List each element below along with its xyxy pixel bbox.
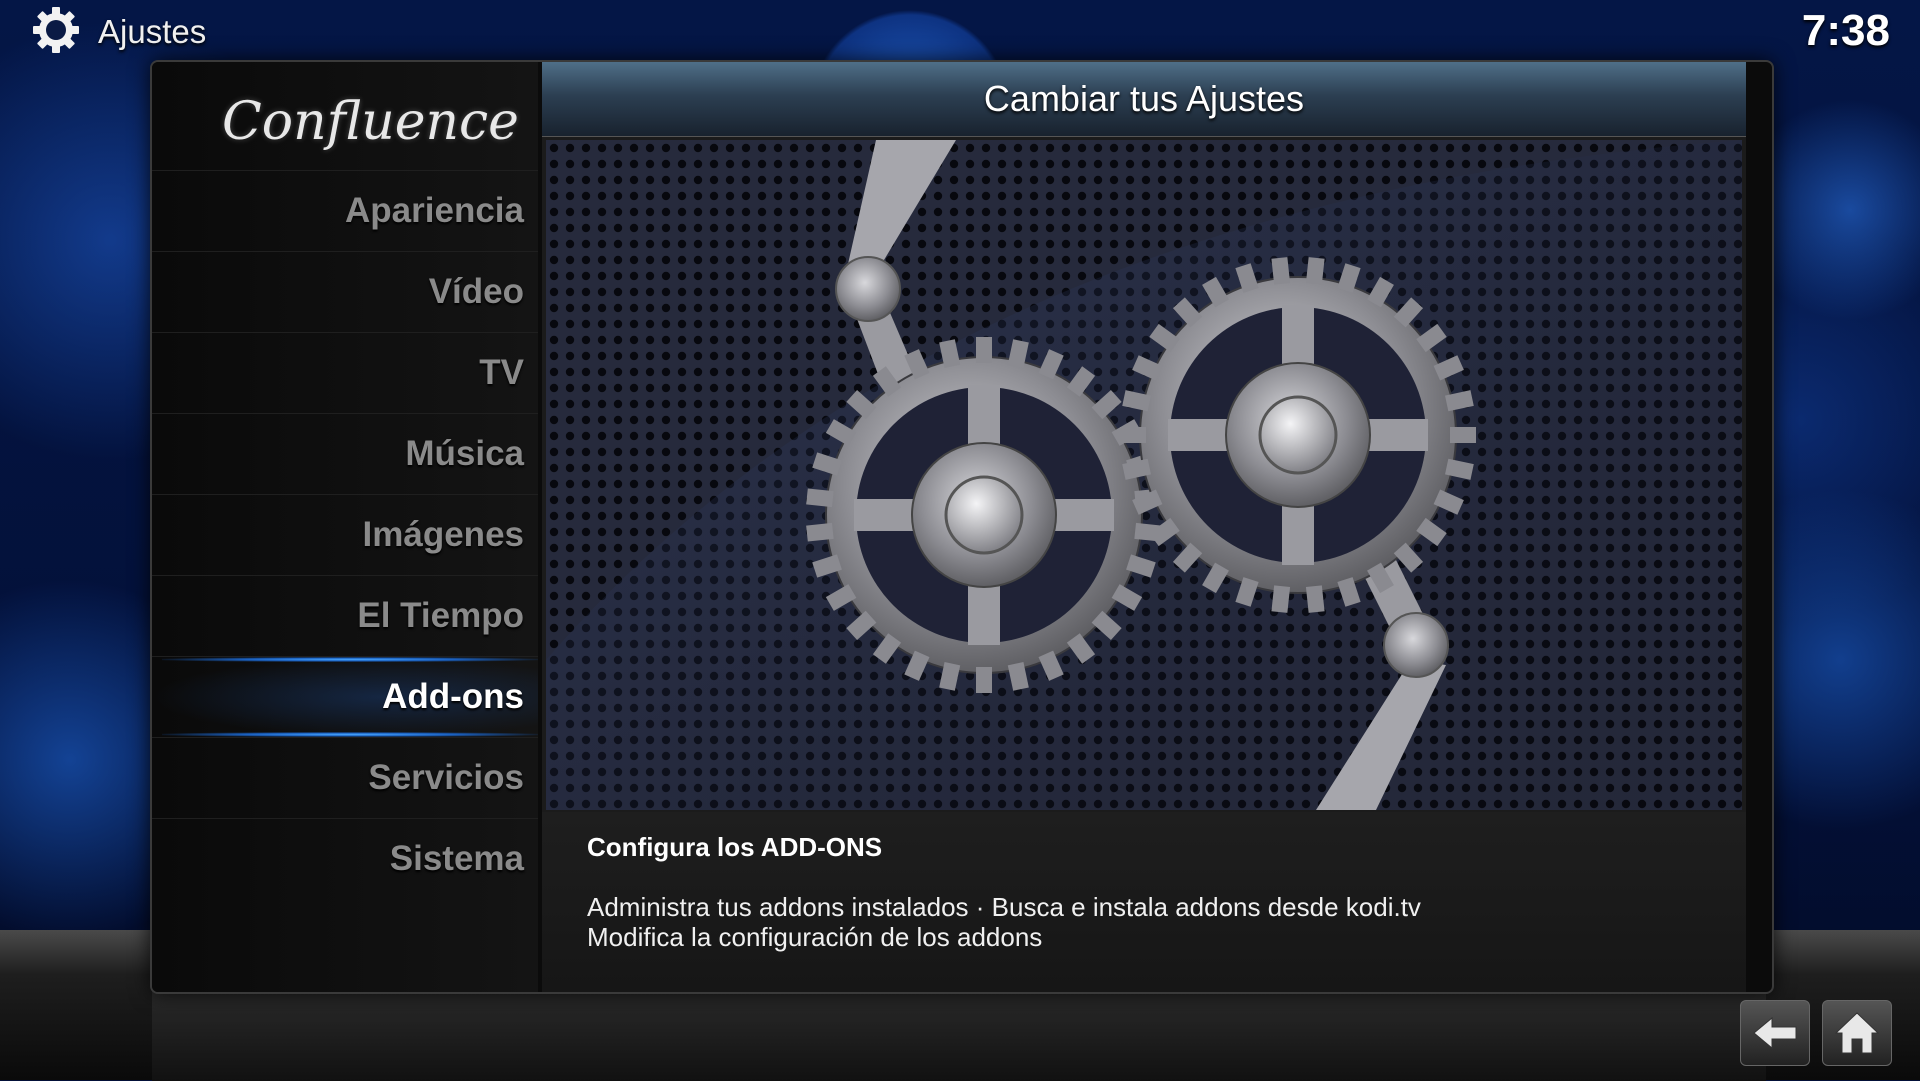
bottom-bar xyxy=(152,990,1766,1081)
sidebar: Confluence Apariencia Vídeo TV Música Im… xyxy=(152,62,538,992)
sidebar-menu: Apariencia Vídeo TV Música Imágenes El T… xyxy=(152,170,538,899)
clock: 7:38 xyxy=(1801,6,1890,55)
home-button[interactable] xyxy=(1822,1000,1892,1066)
sidebar-item-el-tiempo[interactable]: El Tiempo xyxy=(152,575,538,656)
sidebar-item-imagenes[interactable]: Imágenes xyxy=(152,494,538,575)
window-title: Cambiar tus Ajustes xyxy=(983,78,1305,119)
back-button[interactable] xyxy=(1740,1000,1810,1066)
header-title: Ajustes xyxy=(98,13,207,50)
description-title: Configura los ADD-ONS xyxy=(587,832,883,862)
sidebar-item-add-ons[interactable]: Add-ons xyxy=(152,656,538,737)
sidebar-item-servicios[interactable]: Servicios xyxy=(152,737,538,818)
top-header: Ajustes xyxy=(30,6,206,58)
sidebar-item-sistema[interactable]: Sistema xyxy=(152,818,538,899)
description-line-1: Administra tus addons instalados · Busca… xyxy=(587,892,1421,922)
gear-icon xyxy=(30,4,82,61)
description-panel: Configura los ADD-ONS Administra tus add… xyxy=(542,812,1746,992)
content-panel: Cambiar tus Ajustes X xyxy=(542,62,1746,992)
addons-illustration xyxy=(546,140,1742,810)
settings-window: Confluence Apariencia Vídeo TV Música Im… xyxy=(150,60,1774,994)
sidebar-item-tv[interactable]: TV xyxy=(152,332,538,413)
back-arrow-icon xyxy=(1753,1016,1797,1050)
window-titlebar: Cambiar tus Ajustes xyxy=(542,62,1746,137)
gears-icon xyxy=(546,140,1742,810)
sidebar-item-musica[interactable]: Música xyxy=(152,413,538,494)
description-line-2: Modifica la configuración de los addons xyxy=(587,922,1043,952)
sidebar-item-apariencia[interactable]: Apariencia xyxy=(152,170,538,251)
sidebar-item-video[interactable]: Vídeo xyxy=(152,251,538,332)
home-icon xyxy=(1834,1012,1880,1054)
